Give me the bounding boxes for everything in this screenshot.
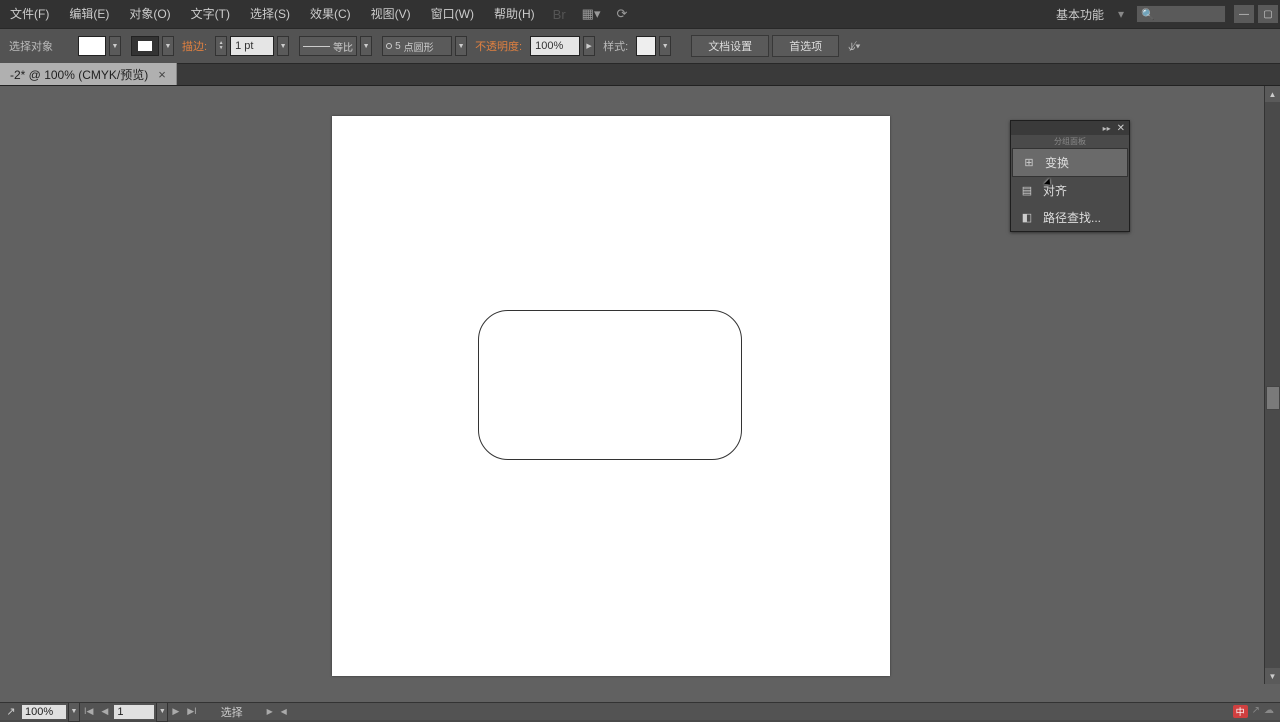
document-tab[interactable]: -2* @ 100% (CMYK/预览) × — [0, 63, 177, 85]
scroll-down-icon[interactable]: ▼ — [1265, 668, 1280, 684]
gpu-icon[interactable]: ⟳ — [608, 6, 635, 22]
panel-item-align[interactable]: ▤ 对齐 — [1011, 177, 1129, 204]
menu-file[interactable]: 文件(F) — [0, 0, 59, 28]
system-tray: 中 ↗ ☁ — [1227, 705, 1280, 718]
style-label: 样式: — [598, 38, 633, 54]
workspace-dropdown-icon[interactable]: ▾ — [1112, 7, 1130, 21]
panel-titlebar[interactable]: ▸▸ ✕ — [1011, 121, 1129, 135]
tray-icon[interactable]: ↗ — [1252, 705, 1260, 718]
page-dropdown-icon[interactable]: ▼ — [156, 702, 168, 722]
document-tabs: -2* @ 100% (CMYK/预览) × — [0, 64, 1280, 86]
export-icon[interactable]: ↗ — [0, 705, 22, 718]
stroke-profile-preview[interactable]: 等比 — [299, 36, 357, 56]
brush-profile-preview[interactable]: 5点圆形 — [382, 36, 452, 56]
panel-item-pathfinder[interactable]: ◧ 路径查找... — [1011, 204, 1129, 231]
panel-collapse-icon[interactable]: ▸▸ — [1103, 124, 1111, 133]
page-input[interactable]: 1 — [114, 705, 154, 719]
arrange-icon[interactable]: ▦▾ — [574, 6, 609, 22]
last-page-icon[interactable]: ▶I — [183, 706, 200, 717]
bridge-icon[interactable]: Br — [545, 7, 574, 22]
maximize-button[interactable]: ▢ — [1258, 5, 1278, 23]
menu-object[interactable]: 对象(O) — [119, 0, 180, 28]
menu-edit[interactable]: 编辑(E) — [59, 0, 119, 28]
document-setup-button[interactable]: 文档设置 — [691, 35, 769, 57]
opacity-dropdown-icon[interactable]: ▶ — [583, 36, 595, 56]
zoom-dropdown-icon[interactable]: ▼ — [68, 702, 80, 722]
panel-group: ▸▸ ✕ 分组面板 ⊞ 变换 ▤ 对齐 ◧ 路径查找... — [1010, 120, 1130, 232]
panel-close-icon[interactable]: ✕ — [1117, 123, 1125, 134]
transform-icon: ⊞ — [1021, 156, 1037, 170]
graphic-style-swatch[interactable] — [636, 36, 656, 56]
control-bar: 选择对象 ▼ ▼ 描边: ▲▼ 1 pt ▼ 等比 ▼ 5点圆形 ▼ 不透明度:… — [0, 28, 1280, 64]
search-input[interactable]: 🔍 — [1136, 5, 1226, 23]
menu-view[interactable]: 视图(V) — [361, 0, 421, 28]
align-icon: ▤ — [1019, 184, 1035, 198]
stroke-weight-stepper[interactable]: ▲▼ — [215, 36, 227, 56]
hscroll-left-icon[interactable]: ◀ — [277, 707, 291, 716]
menu-bar: 文件(F) 编辑(E) 对象(O) 文字(T) 选择(S) 效果(C) 视图(V… — [0, 0, 1280, 28]
brush-profile-dropdown-icon[interactable]: ▼ — [455, 36, 467, 56]
selection-mode-label: 选择对象 — [4, 38, 58, 54]
document-tab-title: -2* @ 100% (CMYK/预览) — [10, 66, 148, 83]
menu-window[interactable]: 窗口(W) — [421, 0, 484, 28]
panel-item-transform[interactable]: ⊞ 变换 — [1012, 148, 1128, 177]
menu-select[interactable]: 选择(S) — [240, 0, 300, 28]
status-tool-label: 选择 — [201, 704, 263, 720]
artboard[interactable] — [332, 116, 890, 676]
stroke-profile-dropdown-icon[interactable]: ▼ — [360, 36, 372, 56]
panel-item-label: 变换 — [1045, 154, 1069, 171]
close-tab-icon[interactable]: × — [158, 67, 166, 82]
pathfinder-icon: ◧ — [1019, 211, 1035, 225]
stroke-label[interactable]: 描边: — [177, 38, 212, 54]
style-dropdown-icon[interactable]: ▼ — [659, 36, 671, 56]
stroke-dropdown-icon[interactable]: ▼ — [162, 36, 174, 56]
stroke-swatch[interactable] — [131, 36, 159, 56]
stroke-weight-input[interactable]: 1 pt — [230, 36, 274, 56]
first-page-icon[interactable]: I◀ — [80, 706, 97, 717]
scroll-up-icon[interactable]: ▲ — [1265, 86, 1280, 102]
prev-page-icon[interactable]: ◀ — [97, 706, 112, 717]
vertical-scroll-thumb[interactable] — [1266, 386, 1280, 410]
menu-help[interactable]: 帮助(H) — [484, 0, 545, 28]
preferences-button[interactable]: 首选项 — [772, 35, 839, 57]
minimize-button[interactable]: — — [1234, 5, 1254, 23]
fill-dropdown-icon[interactable]: ▼ — [109, 36, 121, 56]
rounded-rectangle-shape[interactable] — [478, 310, 742, 460]
opacity-label[interactable]: 不透明度: — [470, 38, 527, 54]
opacity-input[interactable]: 100% — [530, 36, 580, 56]
menu-effect[interactable]: 效果(C) — [300, 0, 361, 28]
search-icon: 🔍 — [1141, 8, 1155, 21]
next-page-icon[interactable]: ▶ — [168, 706, 183, 717]
status-bar: ↗ 100% ▼ I◀ ◀ 1 ▼ ▶ ▶I 选择 ▶ ◀ 中 ↗ ☁ — [0, 702, 1280, 720]
stroke-weight-dropdown-icon[interactable]: ▼ — [277, 36, 289, 56]
vertical-scrollbar[interactable]: ▲ ▼ — [1264, 86, 1280, 684]
tray-icon[interactable]: ☁ — [1264, 705, 1274, 718]
ime-badge[interactable]: 中 — [1233, 705, 1248, 718]
status-menu-icon[interactable]: ▶ — [263, 707, 277, 716]
align-to-icon[interactable]: ⫝̸▾ — [842, 39, 866, 54]
workspace-switcher[interactable]: 基本功能 — [1048, 6, 1112, 23]
fill-swatch[interactable] — [78, 36, 106, 56]
menu-type[interactable]: 文字(T) — [181, 0, 240, 28]
panel-item-label: 路径查找... — [1043, 209, 1101, 226]
panel-subtitle: 分组面板 — [1011, 135, 1129, 148]
zoom-input[interactable]: 100% — [22, 705, 66, 719]
